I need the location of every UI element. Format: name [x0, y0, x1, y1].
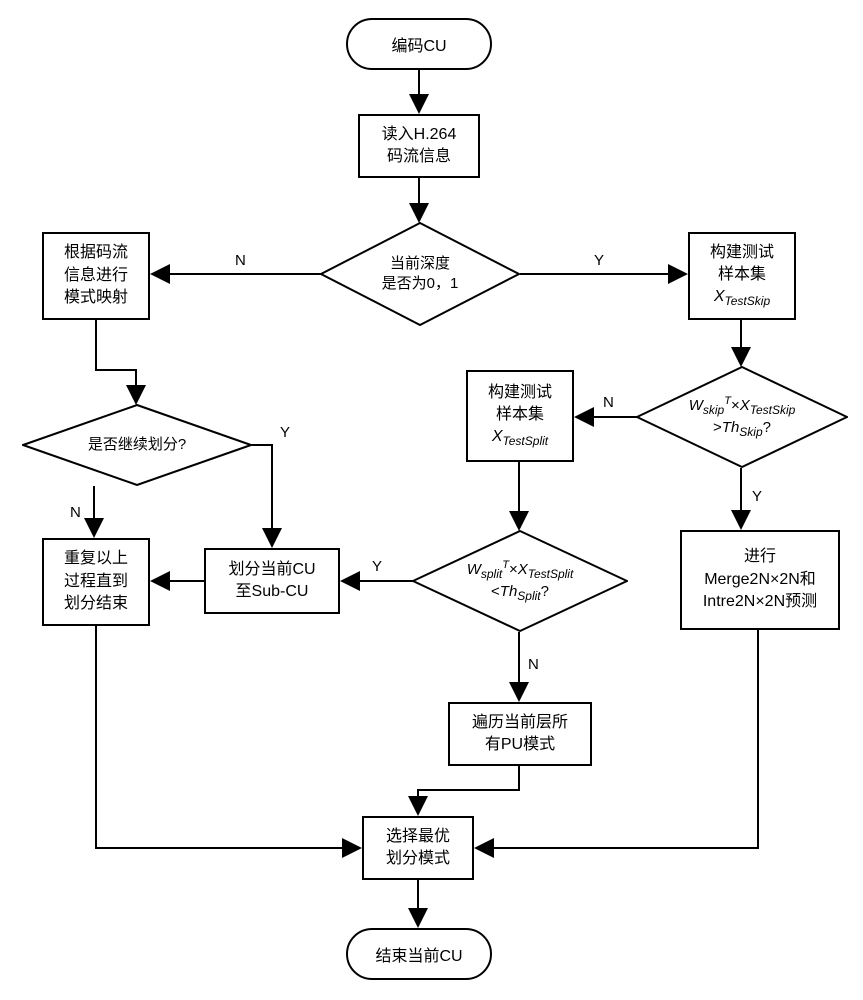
edge-y-depth: Y: [594, 252, 604, 269]
edge-y-continue: Y: [280, 424, 290, 441]
edge-y-skip: Y: [752, 488, 762, 505]
edge-n-split: N: [528, 656, 539, 673]
edge-y-split: Y: [372, 558, 382, 575]
edge-n-depth: N: [235, 252, 246, 269]
edge-n-continue: N: [70, 504, 81, 521]
edges-layer: [0, 0, 863, 1000]
edge-n-skip: N: [603, 394, 614, 411]
